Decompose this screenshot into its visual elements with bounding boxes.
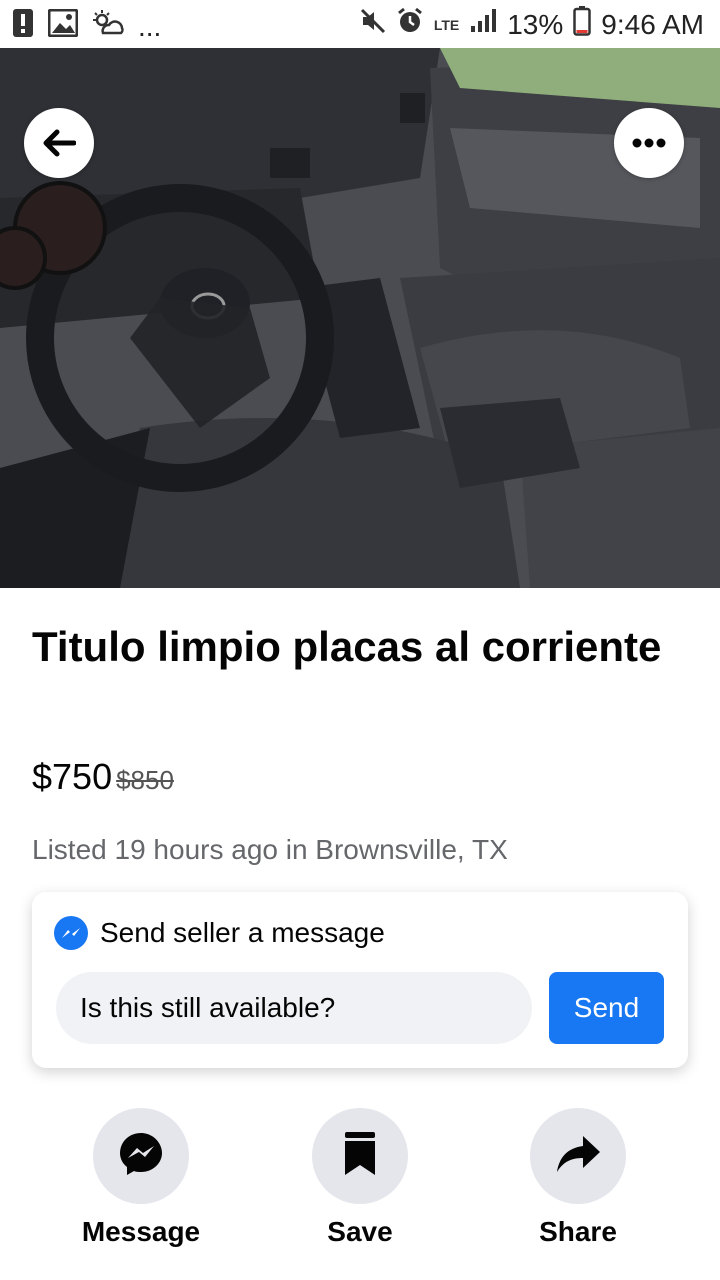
status-right: LTE 13% 9:46 AM bbox=[360, 6, 704, 43]
send-button[interactable]: Send bbox=[549, 972, 664, 1044]
listed-info: Listed 19 hours ago in Brownsville, TX bbox=[32, 834, 508, 865]
messenger-icon bbox=[54, 916, 88, 950]
listing-price: $750 bbox=[32, 756, 113, 797]
alarm-icon bbox=[396, 7, 424, 42]
share-label: Share bbox=[539, 1216, 617, 1247]
more-dots-icon bbox=[632, 138, 666, 148]
save-action[interactable]: Save bbox=[270, 1108, 450, 1248]
image-icon bbox=[47, 8, 79, 44]
share-button[interactable] bbox=[530, 1108, 626, 1204]
bookmark-icon bbox=[343, 1131, 377, 1182]
mute-icon bbox=[360, 8, 386, 41]
battery-percent: 13% bbox=[507, 8, 564, 40]
message-button[interactable] bbox=[93, 1108, 189, 1204]
message-input[interactable] bbox=[56, 972, 532, 1044]
share-arrow-icon bbox=[555, 1134, 601, 1179]
message-seller-card: Send seller a message Send bbox=[32, 892, 688, 1068]
save-button[interactable] bbox=[312, 1108, 408, 1204]
status-bar: ... LTE 13% 9:46 AM bbox=[0, 0, 720, 48]
weather-icon bbox=[92, 9, 124, 44]
alert-icon bbox=[12, 8, 34, 45]
more-options-button[interactable] bbox=[614, 108, 684, 178]
share-action[interactable]: Share bbox=[488, 1108, 668, 1248]
status-left: ... bbox=[12, 8, 161, 45]
messenger-icon bbox=[117, 1130, 165, 1183]
listing-title: Titulo limpio placas al corriente bbox=[32, 623, 662, 670]
status-time: 9:46 AM bbox=[601, 8, 704, 40]
car-interior-image bbox=[0, 48, 720, 588]
message-label: Message bbox=[81, 1216, 201, 1247]
battery-icon bbox=[573, 6, 592, 43]
price-row: $750 $850 bbox=[32, 756, 174, 798]
listing-photo[interactable] bbox=[0, 48, 720, 588]
signal-icon bbox=[469, 8, 497, 41]
network-type: LTE bbox=[433, 16, 460, 33]
arrow-left-icon bbox=[42, 128, 76, 158]
back-button[interactable] bbox=[24, 108, 94, 178]
status-more: ... bbox=[138, 10, 162, 42]
card-label: Send seller a message bbox=[100, 917, 385, 948]
save-label: Save bbox=[327, 1216, 393, 1247]
original-price: $850 bbox=[116, 765, 174, 795]
card-header: Send seller a message bbox=[54, 916, 385, 950]
message-action[interactable]: Message bbox=[51, 1108, 231, 1248]
